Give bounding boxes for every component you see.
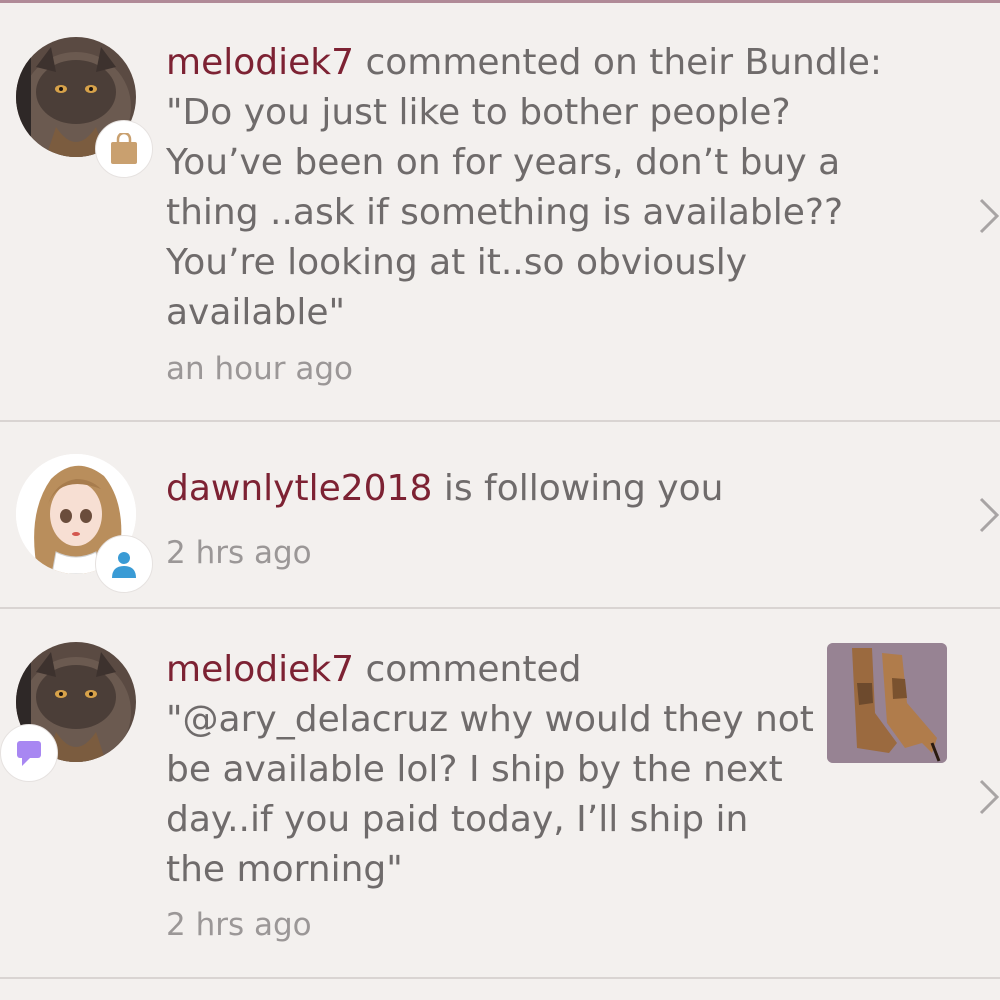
timestamp: 2 hrs ago — [166, 535, 312, 571]
action-text: commented on their Bundle: — [354, 42, 882, 83]
brown-boots-thumbnail — [827, 643, 947, 763]
username-link[interactable]: dawnlytle2018 — [166, 468, 432, 509]
notification-text: melodiek7 commented on their Bundle: "Do… — [166, 38, 886, 338]
person-icon — [112, 552, 136, 578]
username-link[interactable]: melodiek7 — [166, 649, 354, 690]
comment-text: "@ary_delacruz why would they not be ava… — [166, 699, 814, 890]
shopping-bag-icon — [111, 133, 137, 164]
chevron-right-icon[interactable] — [978, 495, 1000, 535]
notification-text: dawnlytle2018 is following you — [166, 464, 886, 514]
notification-text: melodiek7 commented "@ary_delacruz why w… — [166, 645, 816, 895]
notification-item[interactable]: melodiek7 commented on their Bundle: "Do… — [0, 3, 1000, 422]
bundle-badge — [95, 120, 153, 178]
follow-badge — [95, 535, 153, 593]
speech-bubble-icon — [17, 741, 41, 766]
timestamp: 2 hrs ago — [166, 907, 312, 943]
action-text: is following you — [432, 468, 724, 509]
chevron-right-icon[interactable] — [978, 777, 1000, 817]
comment-text: "Do you just like to bother people? You’… — [166, 92, 844, 333]
comment-badge — [0, 724, 58, 782]
chevron-right-icon[interactable] — [978, 196, 1000, 236]
username-link[interactable]: melodiek7 — [166, 42, 354, 83]
notification-feed: melodiek7 commented on their Bundle: "Do… — [0, 3, 1000, 979]
notification-item[interactable]: dawnlytle2018 is following you 2 hrs ago — [0, 422, 1000, 609]
listing-thumbnail[interactable] — [827, 643, 947, 763]
notification-item[interactable]: melodiek7 commented "@ary_delacruz why w… — [0, 609, 1000, 979]
timestamp: an hour ago — [166, 351, 353, 387]
action-text: commented — [354, 649, 582, 690]
